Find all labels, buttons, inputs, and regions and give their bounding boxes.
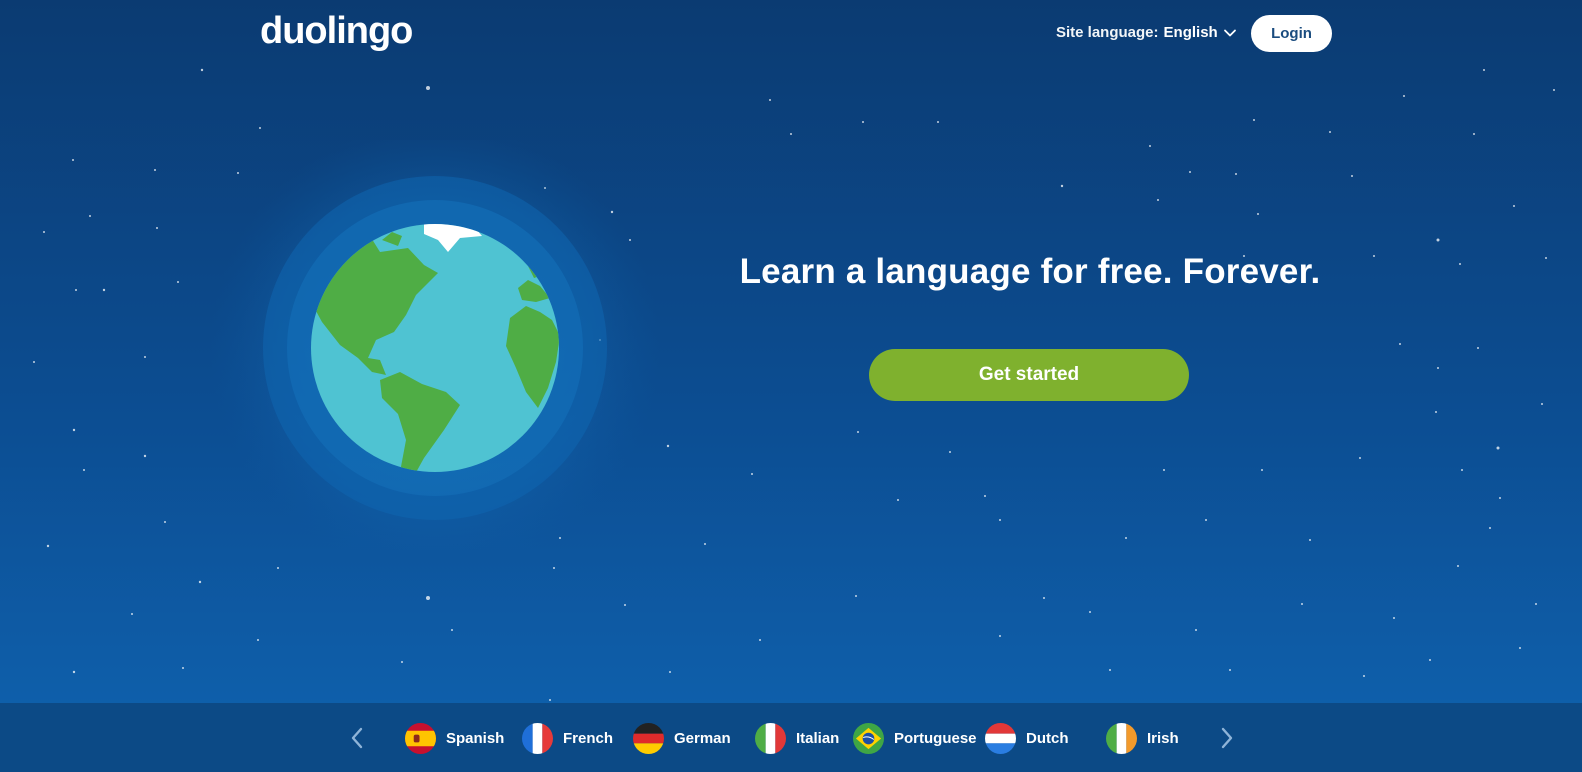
site-language-selector[interactable]: Site language: English: [1056, 24, 1237, 41]
chevron-right-icon[interactable]: [1214, 725, 1238, 751]
hero-headline: Learn a language for free. Forever.: [739, 252, 1321, 291]
language-label: Spanish: [446, 729, 505, 747]
france-flag-icon: [522, 722, 553, 754]
language-item-spanish[interactable]: Spanish: [405, 722, 504, 754]
site-header: duolingo Site language: English Login: [0, 0, 1582, 70]
language-item-irish[interactable]: Irish: [1106, 722, 1179, 754]
language-label: Portuguese: [894, 729, 977, 747]
language-carousel: Spanish French German Italian Portuguese: [0, 703, 1582, 772]
earth-globe-illustration: [210, 140, 660, 550]
netherlands-flag-icon: [985, 722, 1016, 754]
chevron-left-icon[interactable]: [346, 725, 370, 751]
language-label: Irish: [1147, 729, 1179, 747]
site-language-value: English: [1163, 24, 1218, 41]
language-label: Dutch: [1026, 729, 1069, 747]
language-label: German: [674, 729, 731, 747]
language-item-german[interactable]: German: [633, 722, 731, 754]
brazil-flag-icon: [853, 722, 884, 754]
get-started-button[interactable]: Get started: [869, 349, 1189, 401]
italy-flag-icon: [755, 722, 786, 754]
language-item-dutch[interactable]: Dutch: [985, 722, 1069, 754]
language-item-italian[interactable]: Italian: [755, 722, 839, 754]
duolingo-logo[interactable]: duolingo: [260, 10, 413, 53]
ireland-flag-icon: [1106, 722, 1137, 754]
site-language-label: Site language:: [1056, 24, 1159, 41]
spain-flag-icon: [405, 722, 436, 754]
germany-flag-icon: [633, 722, 664, 754]
login-button[interactable]: Login: [1251, 15, 1332, 52]
language-item-portuguese[interactable]: Portuguese: [853, 722, 977, 754]
language-item-french[interactable]: French: [522, 722, 613, 754]
language-label: Italian: [796, 729, 840, 747]
language-label: French: [563, 729, 614, 747]
chevron-down-icon: [1223, 29, 1236, 36]
